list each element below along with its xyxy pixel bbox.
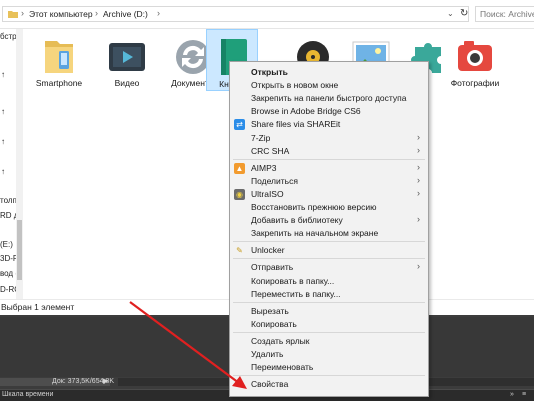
menu-item-24[interactable]: Создать ярлык — [230, 335, 428, 348]
chevron-right-icon: › — [417, 144, 420, 155]
sidebar-item[interactable]: (E:) — [0, 240, 13, 249]
menu-item-26[interactable]: Переименовать — [230, 361, 428, 374]
timeline-label: Шкала времени — [2, 391, 54, 398]
folder-label: Smartphone — [35, 78, 83, 88]
address-bar: › Этот компьютер › Archive (D:) › ⌄ ↻ По… — [0, 0, 534, 29]
menu-item-12[interactable]: Добавить в библиотеку › — [230, 214, 428, 227]
menu-separator — [233, 375, 425, 377]
menu-item-label: Unlocker — [251, 245, 285, 256]
menu-item-label: Поделиться — [251, 175, 298, 186]
menu-item-label: UltraISO — [251, 188, 284, 199]
refresh-icon[interactable]: ↻ — [460, 8, 468, 19]
folder-label: Фотографии — [450, 78, 500, 88]
breadcrumb-archive[interactable]: Archive (D:) — [103, 9, 148, 19]
shareit-icon: ⇄ — [234, 119, 245, 131]
menu-item-19[interactable]: Переместить в папку... — [230, 288, 428, 301]
menu-item-28[interactable]: Свойства — [230, 378, 428, 391]
menu-item-label: Открыть в новом окне — [251, 80, 339, 91]
menu-item-label: Закрепить на панели быстрого доступа — [251, 93, 407, 104]
menu-separator — [233, 331, 425, 333]
play-icon[interactable]: ▶ — [103, 377, 108, 385]
menu-item-label: Восстановить прежнюю версию — [251, 202, 377, 212]
menu-item-11[interactable]: Восстановить прежнюю версию — [230, 201, 428, 214]
folder-label: Видео — [114, 78, 140, 88]
menu-item-label: Открыть — [251, 67, 288, 77]
menu-item-label: Свойства — [251, 379, 289, 390]
menu-separator — [233, 241, 425, 243]
menu-separator — [233, 158, 425, 160]
menu-item-22[interactable]: Копировать — [230, 318, 428, 331]
menu-item-label: Добавить в библиотеку — [251, 215, 343, 226]
folder-tile-photos[interactable]: Фотографии — [444, 29, 506, 91]
menu-item-label: Копировать в папку... — [251, 275, 335, 286]
status-text: Выбран 1 элемент — [1, 302, 75, 312]
chevron-right-icon: › — [417, 174, 420, 185]
menu-item-label: Переименовать — [251, 362, 314, 373]
chevron-down-icon[interactable]: ⌄ — [447, 9, 454, 18]
folder-tile-smartphone[interactable]: Smartphone — [28, 29, 90, 91]
menu-item-13[interactable]: Закрепить на начальном экране — [230, 227, 428, 240]
folder-tile-video[interactable]: Видео — [96, 29, 158, 91]
menu-item-18[interactable]: Копировать в папку... — [230, 275, 428, 288]
sidebar-pin-icon: ↑ — [1, 70, 5, 79]
menu-item-4[interactable]: ⇄ Share files via SHAREit — [230, 118, 428, 131]
search-input[interactable]: Поиск: Archive (D:) — [475, 6, 534, 22]
breadcrumb-separator-icon: › — [95, 8, 98, 18]
menu-separator — [233, 301, 425, 303]
search-placeholder: Поиск: Archive (D:) — [480, 9, 534, 19]
chevron-right-icon: › — [417, 161, 420, 172]
sidebar-pin-icon: ↑ — [1, 107, 5, 116]
menu-item-label: AIMP3 — [251, 162, 277, 173]
chevron-right-icon: › — [417, 131, 420, 142]
menu-item-3[interactable]: Browse in Adobe Bridge CS6 — [230, 105, 428, 118]
menu-item-10[interactable]: ◉ UltraISO › — [230, 188, 428, 201]
unlocker-icon: ✎ — [236, 246, 243, 256]
sidebar-scrollbar-thumb[interactable] — [17, 220, 22, 280]
menu-item-label: Share files via SHAREit — [251, 119, 341, 130]
menu-item-9[interactable]: Поделиться › — [230, 175, 428, 188]
aimp-icon: ▲ — [234, 162, 245, 174]
menu-item-1[interactable]: Открыть в новом окне — [230, 79, 428, 92]
menu-item-label: Отправить — [251, 262, 294, 273]
folder-icon — [45, 41, 73, 73]
menu-item-8[interactable]: ▲ AIMP3 › — [230, 162, 428, 175]
folder-icon — [8, 11, 18, 18]
chevron-right-icon: › — [417, 261, 420, 272]
menu-item-15[interactable]: ✎ Unlocker — [230, 244, 428, 257]
menu-item-25[interactable]: Удалить — [230, 348, 428, 361]
breadcrumb-this-pc[interactable]: Этот компьютер — [29, 9, 93, 19]
menu-item-label: Создать ярлык — [251, 335, 310, 346]
collapse-icon[interactable]: » — [510, 391, 514, 398]
menu-icon[interactable]: ≡ — [522, 391, 526, 398]
menu-item-label: Вырезать — [251, 305, 289, 316]
sidebar-pin-icon: ↑ — [1, 137, 5, 146]
menu-item-label: CRC SHA — [251, 145, 290, 156]
menu-item-label: Browse in Adobe Bridge CS6 — [251, 106, 361, 117]
menu-item-2[interactable]: Закрепить на панели быстрого доступа — [230, 92, 428, 105]
menu-item-label: Удалить — [251, 349, 284, 359]
menu-item-21[interactable]: Вырезать — [230, 305, 428, 318]
chevron-right-icon: › — [417, 187, 420, 198]
menu-item-label: Копировать — [251, 318, 297, 329]
menu-item-0[interactable]: Открыть — [230, 66, 428, 79]
menu-item-label: 7-Zip — [251, 132, 271, 143]
sidebar-pin-icon: ↑ — [1, 167, 5, 176]
breadcrumb-separator-icon: › — [157, 8, 160, 18]
menu-item-6[interactable]: CRC SHA › — [230, 145, 428, 158]
address-input[interactable]: › Этот компьютер › Archive (D:) › ⌄ ↻ — [2, 6, 469, 22]
context-menu: Открыть Открыть в новом окне Закрепить на … — [229, 61, 429, 397]
menu-separator — [233, 258, 425, 260]
menu-item-17[interactable]: Отправить › — [230, 261, 428, 274]
menu-item-label: Закрепить на начальном экране — [251, 228, 379, 239]
chevron-right-icon: › — [417, 214, 420, 225]
video-folder-icon — [109, 43, 145, 71]
menu-item-5[interactable]: 7-Zip › — [230, 132, 428, 145]
sidebar-item[interactable]: толп — [0, 196, 17, 205]
ultraiso-icon: ◉ — [234, 188, 245, 200]
menu-item-label: Переместить в папку... — [251, 288, 341, 299]
camera-folder-icon — [458, 41, 492, 71]
breadcrumb-separator-icon: › — [21, 8, 24, 18]
